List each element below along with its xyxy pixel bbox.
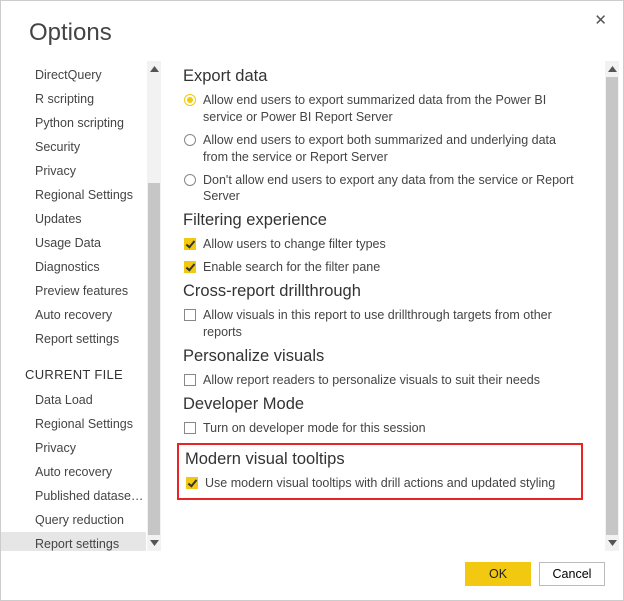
sidebar-item-r-scripting[interactable]: R scripting: [1, 87, 146, 111]
checkbox-icon: [184, 422, 196, 434]
sidebar-item-privacy-file[interactable]: Privacy: [1, 436, 146, 460]
option-label: Allow report readers to personalize visu…: [203, 372, 540, 389]
radio-export-both[interactable]: Allow end users to export both summarize…: [183, 132, 575, 166]
scroll-up-icon[interactable]: [605, 61, 619, 77]
radio-export-none[interactable]: Don't allow end users to export any data…: [183, 172, 575, 206]
checkbox-icon: [184, 261, 196, 273]
group-personalize: Personalize visuals: [183, 347, 575, 366]
sidebar: DirectQuery R scripting Python scripting…: [1, 61, 161, 551]
settings-panel: Export data Allow end users to export su…: [161, 61, 623, 551]
scrollbar-thumb[interactable]: [148, 183, 160, 535]
sidebar-section-current-file: CURRENT FILE: [1, 351, 161, 388]
highlight-annotation: Modern visual tooltips Use modern visual…: [177, 443, 583, 501]
group-modern-tooltips: Modern visual tooltips: [185, 450, 575, 469]
main-scrollbar[interactable]: [605, 61, 619, 551]
radio-icon: [184, 94, 196, 106]
sidebar-item-updates[interactable]: Updates: [1, 207, 146, 231]
sidebar-scrollbar[interactable]: [147, 61, 161, 551]
checkbox-icon: [184, 309, 196, 321]
sidebar-item-diagnostics[interactable]: Diagnostics: [1, 255, 146, 279]
checkbox-change-filter-types[interactable]: Allow users to change filter types: [183, 236, 575, 253]
sidebar-item-auto-recovery-file[interactable]: Auto recovery: [1, 460, 146, 484]
sidebar-item-data-load[interactable]: Data Load: [1, 388, 146, 412]
sidebar-item-regional-settings-file[interactable]: Regional Settings: [1, 412, 146, 436]
sidebar-item-directquery[interactable]: DirectQuery: [1, 63, 146, 87]
sidebar-item-security[interactable]: Security: [1, 135, 146, 159]
radio-icon: [184, 134, 196, 146]
radio-icon: [184, 174, 196, 186]
group-export-data: Export data: [183, 67, 575, 86]
sidebar-item-report-settings-global[interactable]: Report settings: [1, 327, 146, 351]
sidebar-item-usage-data[interactable]: Usage Data: [1, 231, 146, 255]
sidebar-item-report-settings-file[interactable]: Report settings: [1, 532, 146, 551]
sidebar-item-regional-settings[interactable]: Regional Settings: [1, 183, 146, 207]
option-label: Allow end users to export both summarize…: [203, 132, 575, 166]
checkbox-icon: [184, 374, 196, 386]
sidebar-item-privacy[interactable]: Privacy: [1, 159, 146, 183]
group-developer: Developer Mode: [183, 395, 575, 414]
dialog-title: Options: [1, 1, 623, 47]
ok-button[interactable]: OK: [465, 562, 531, 586]
option-label: Enable search for the filter pane: [203, 259, 380, 276]
option-label: Turn on developer mode for this session: [203, 420, 426, 437]
cancel-button[interactable]: Cancel: [539, 562, 605, 586]
close-icon[interactable]: ✕: [594, 11, 607, 29]
option-label: Allow users to change filter types: [203, 236, 386, 253]
checkbox-developer-mode[interactable]: Turn on developer mode for this session: [183, 420, 575, 437]
option-label: Don't allow end users to export any data…: [203, 172, 575, 206]
radio-export-summarized[interactable]: Allow end users to export summarized dat…: [183, 92, 575, 126]
checkbox-personalize-visuals[interactable]: Allow report readers to personalize visu…: [183, 372, 575, 389]
checkbox-modern-tooltips[interactable]: Use modern visual tooltips with drill ac…: [185, 475, 575, 492]
checkbox-filter-search[interactable]: Enable search for the filter pane: [183, 259, 575, 276]
group-cross-report: Cross-report drillthrough: [183, 282, 575, 301]
sidebar-item-auto-recovery[interactable]: Auto recovery: [1, 303, 146, 327]
sidebar-item-query-reduction[interactable]: Query reduction: [1, 508, 146, 532]
sidebar-item-published-dataset-settings[interactable]: Published dataset set...: [1, 484, 146, 508]
scroll-up-icon[interactable]: [147, 61, 161, 77]
dialog-footer: OK Cancel: [465, 562, 605, 586]
option-label: Allow visuals in this report to use dril…: [203, 307, 575, 341]
option-label: Use modern visual tooltips with drill ac…: [205, 475, 555, 492]
scroll-down-icon[interactable]: [605, 535, 619, 551]
sidebar-item-preview-features[interactable]: Preview features: [1, 279, 146, 303]
option-label: Allow end users to export summarized dat…: [203, 92, 575, 126]
checkbox-cross-report-drillthrough[interactable]: Allow visuals in this report to use dril…: [183, 307, 575, 341]
checkbox-icon: [184, 238, 196, 250]
scroll-down-icon[interactable]: [147, 535, 161, 551]
scrollbar-thumb[interactable]: [606, 77, 618, 535]
checkbox-icon: [186, 477, 198, 489]
sidebar-item-python-scripting[interactable]: Python scripting: [1, 111, 146, 135]
group-filtering: Filtering experience: [183, 211, 575, 230]
